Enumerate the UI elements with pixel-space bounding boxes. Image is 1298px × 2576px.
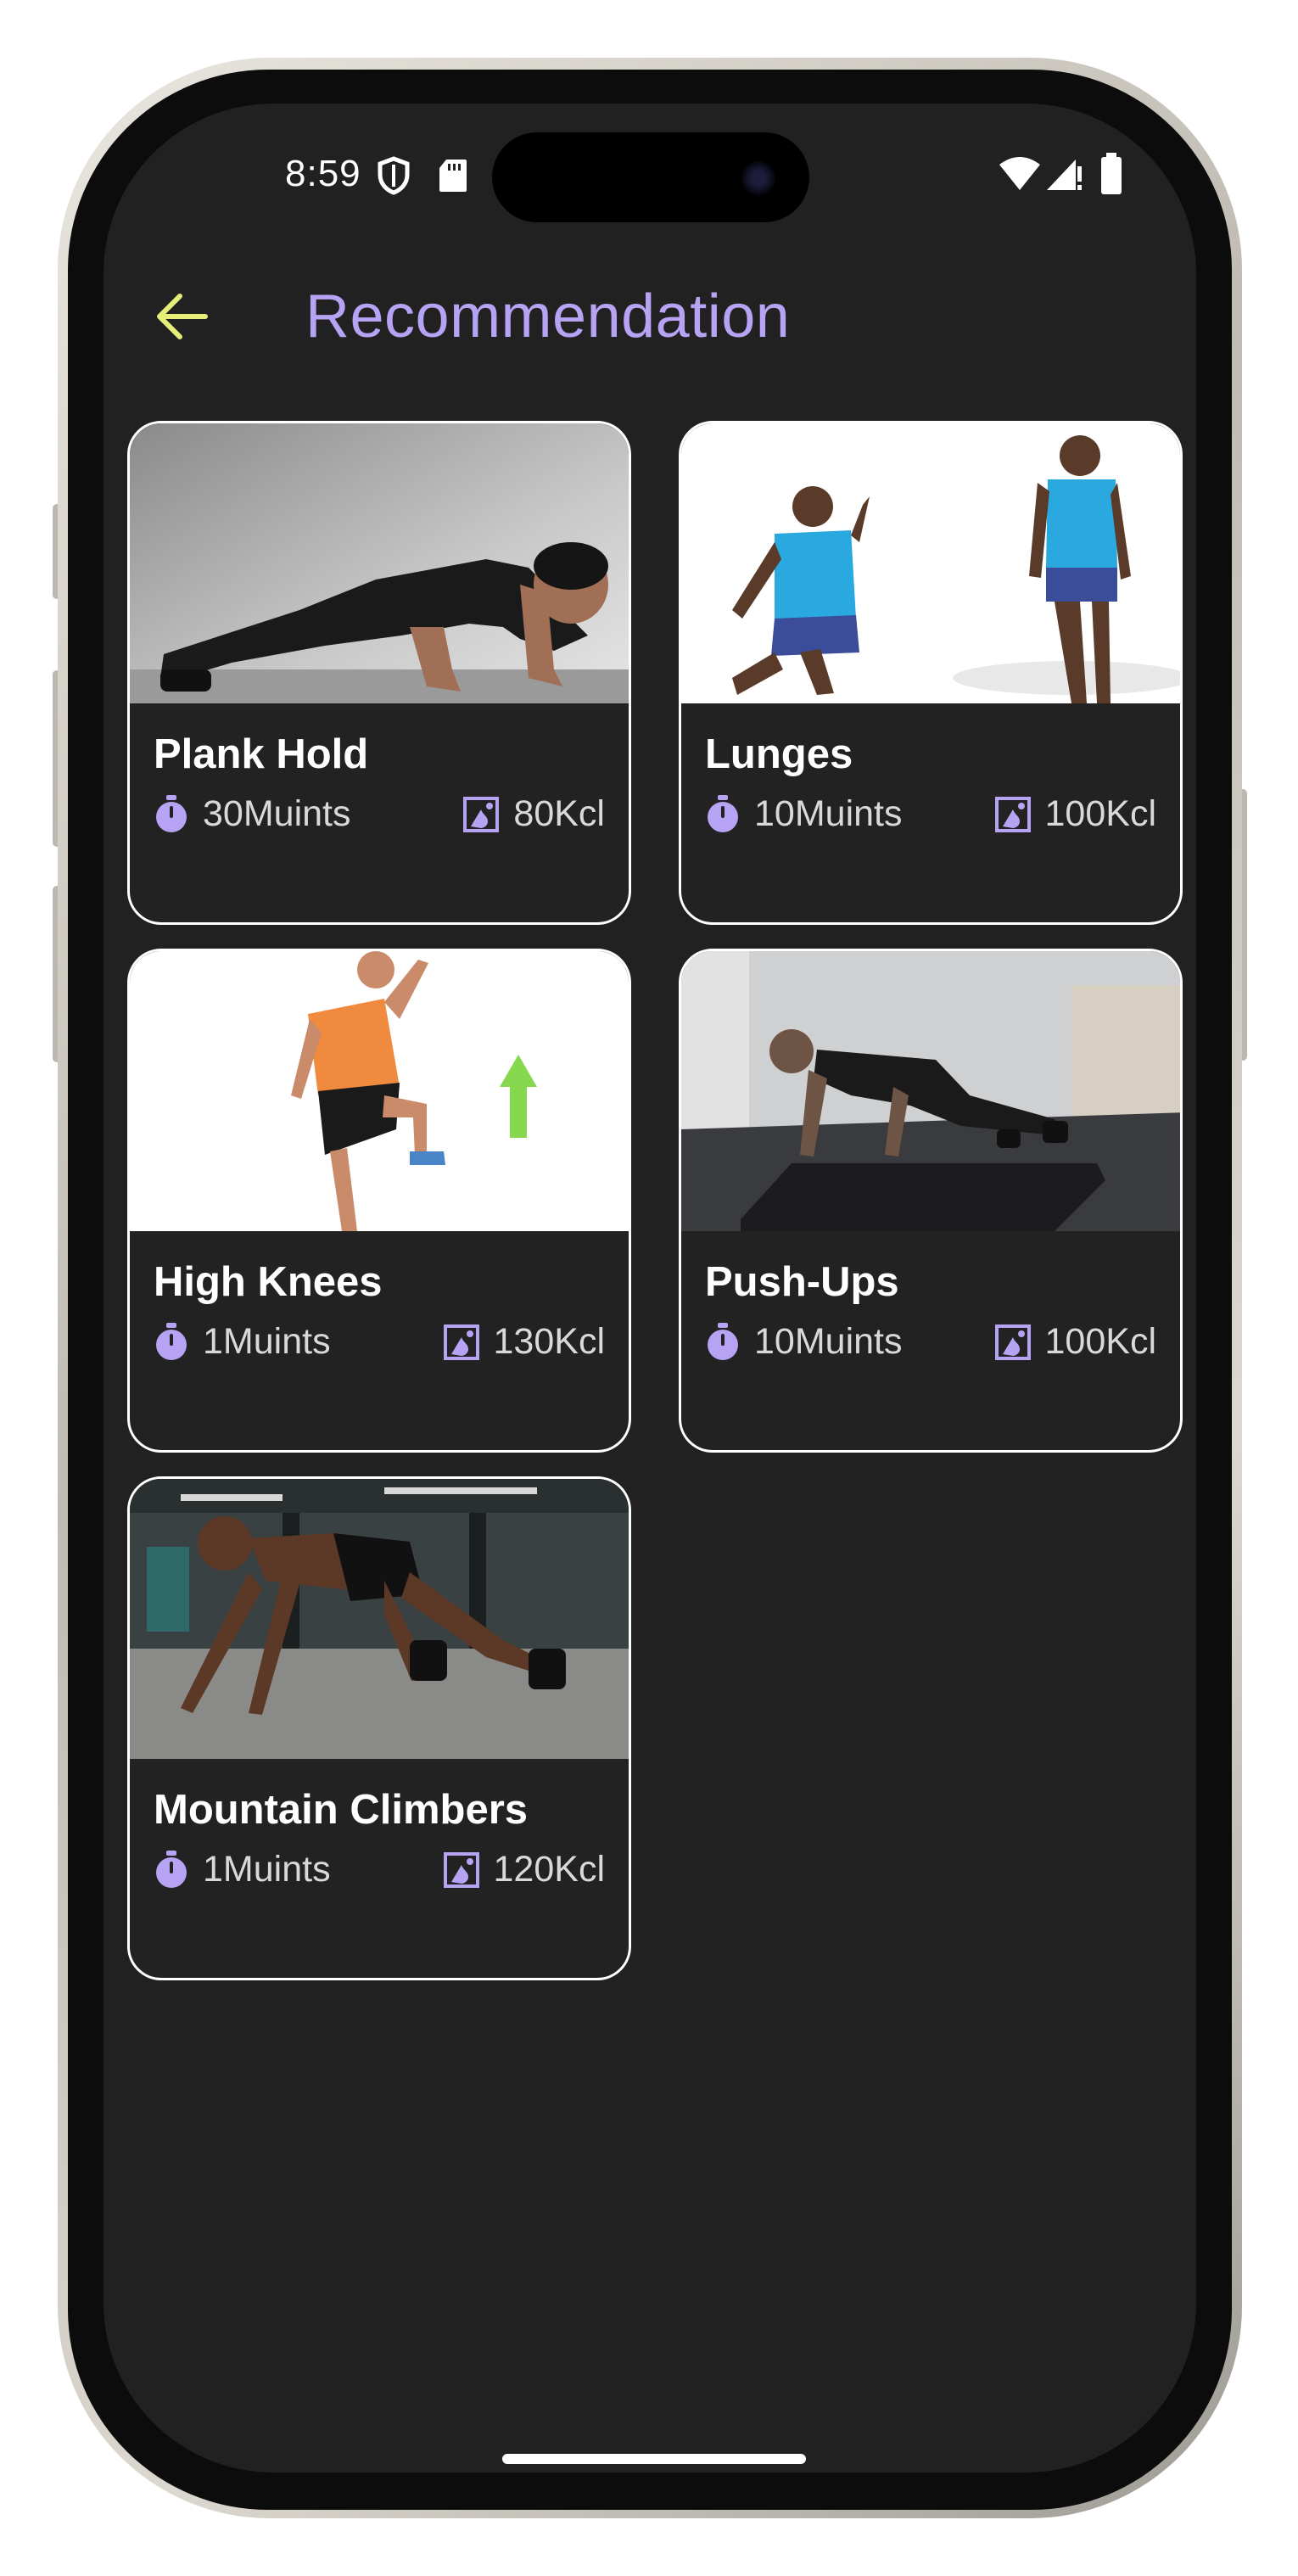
mountain-climbers-image: [130, 1479, 629, 1759]
duration-stat: 1Muints: [154, 1849, 331, 1890]
card-title: Mountain Climbers: [154, 1787, 529, 1833]
calories-stat: 80Kcl: [462, 793, 605, 835]
duration-label: 10Muints: [754, 1321, 903, 1362]
calories-label: 120Kcl: [493, 1849, 605, 1890]
stopwatch-icon: [708, 794, 738, 832]
duration-stat: 30Muints: [154, 793, 350, 835]
push-ups-image: [681, 951, 1180, 1231]
sd-card-icon: [439, 160, 467, 192]
duration-label: 1Muints: [203, 1321, 331, 1362]
stopwatch-icon: [708, 1322, 738, 1360]
calories-icon: [443, 1324, 479, 1360]
exercise-card-lunges[interactable]: Lunges 10Muints 100Kcl: [679, 421, 1183, 925]
lunges-image: [681, 423, 1180, 703]
duration-label: 1Muints: [203, 1849, 331, 1890]
camera-lens-icon: [741, 161, 775, 195]
calories-icon: [994, 1324, 1031, 1360]
duration-stat: 10Muints: [705, 1321, 902, 1363]
card-title: Push-Ups: [705, 1259, 899, 1305]
calories-label: 100Kcl: [1044, 1321, 1156, 1362]
duration-stat: 1Muints: [154, 1321, 331, 1363]
stopwatch-icon: [156, 794, 187, 832]
card-title: High Knees: [154, 1259, 383, 1305]
calories-stat: 100Kcl: [994, 1321, 1156, 1363]
home-indicator[interactable]: [502, 2454, 806, 2464]
status-time: 8:59: [285, 153, 361, 194]
duration-label: 30Muints: [203, 793, 351, 834]
stopwatch-icon: [156, 1850, 187, 1888]
calories-label: 130Kcl: [493, 1321, 605, 1362]
card-title: Lunges: [705, 731, 853, 777]
calories-stat: 120Kcl: [443, 1849, 605, 1890]
exercise-card-high-knees[interactable]: High Knees 1Muints 130Kcl: [127, 949, 631, 1453]
exercise-card-push-ups[interactable]: Push-Ups 10Muints 100Kcl: [679, 949, 1183, 1453]
calories-label: 100Kcl: [1044, 793, 1156, 834]
page-title: Recommendation: [305, 283, 791, 350]
exercise-card-mountain-climbers[interactable]: Mountain Climbers 1Muints 120Kcl: [127, 1476, 631, 1980]
calories-icon: [443, 1851, 479, 1888]
card-title: Plank Hold: [154, 731, 369, 777]
duration-label: 10Muints: [754, 793, 903, 834]
battery-icon: [1101, 153, 1122, 194]
arrow-left-icon[interactable]: [154, 288, 210, 344]
stopwatch-icon: [156, 1322, 187, 1360]
exercise-card-plank-hold[interactable]: Plank Hold 30Muints 80Kcl: [127, 421, 631, 925]
plank-hold-image: [130, 423, 629, 703]
calories-icon: [463, 796, 500, 832]
signal-icon: [1047, 160, 1082, 190]
wifi-icon: [999, 157, 1040, 190]
shield-icon: [378, 156, 410, 195]
calories-stat: 100Kcl: [994, 793, 1156, 835]
duration-stat: 10Muints: [705, 793, 902, 835]
calories-icon: [994, 796, 1031, 832]
high-knees-image: [130, 951, 629, 1231]
calories-stat: 130Kcl: [443, 1321, 605, 1363]
calories-label: 80Kcl: [513, 793, 605, 834]
